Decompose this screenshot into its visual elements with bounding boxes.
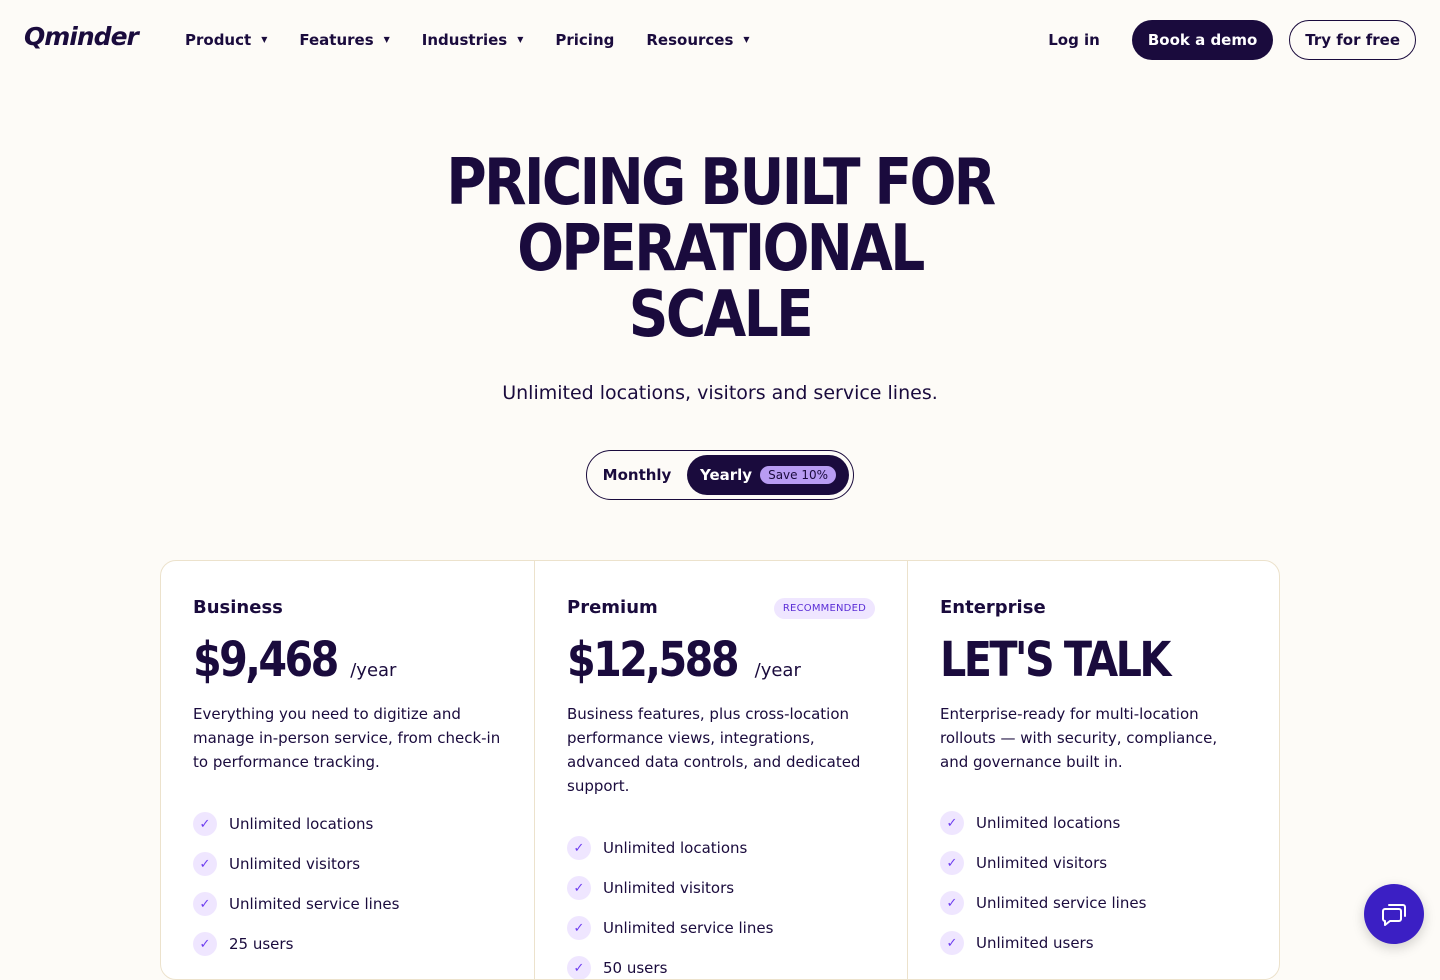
menu-item-features[interactable]: Features ▼ — [299, 31, 389, 49]
check-icon: ✓ — [940, 891, 964, 915]
qminder-logo[interactable]: Qminder — [24, 22, 139, 51]
feature-label: Unlimited visitors — [603, 879, 735, 897]
plan-description: Enterprise-ready for multi-location roll… — [940, 705, 1218, 771]
menu-item-product[interactable]: Product ▼ — [185, 31, 267, 49]
menu-item-pricing[interactable]: Pricing — [555, 31, 614, 49]
feature-label: Unlimited service lines — [603, 919, 774, 937]
menu-item-label: Product — [185, 31, 252, 49]
menu-item-label: Pricing — [555, 31, 615, 49]
login-link[interactable]: Log in — [1048, 31, 1100, 49]
caret-down-icon: ▼ — [517, 35, 524, 44]
pricing-cards: Business $9,468 /year Everything you nee… — [160, 560, 1280, 980]
check-icon: ✓ — [940, 851, 964, 875]
hero-title-line: SCALE — [628, 278, 814, 352]
yearly-option[interactable]: Yearly Save 10% — [687, 455, 849, 495]
price-row: $12,588 /year — [567, 632, 875, 688]
menu-item-label: Industries — [421, 31, 508, 49]
menu-item-label: Resources — [646, 31, 734, 49]
check-icon: ✓ — [940, 931, 964, 955]
yearly-label: Yearly — [699, 466, 753, 484]
feature-label: Unlimited visitors — [229, 855, 361, 873]
book-demo-button[interactable]: Book a demo — [1131, 20, 1274, 60]
hero-title: PRICING BUILT FOR OPERATIONAL SCALE — [101, 150, 1339, 348]
check-icon: ✓ — [567, 916, 591, 940]
main-menu: Product ▼ Features ▼ Industries ▼ Pricin… — [185, 0, 782, 80]
feature-item: ✓ Unlimited users — [940, 923, 1248, 963]
plan-description: Everything you need to digitize and mana… — [193, 705, 501, 771]
menu-item-resources[interactable]: Resources ▼ — [646, 31, 749, 49]
caret-down-icon: ▼ — [743, 35, 750, 44]
plan-price: $9,468 — [193, 632, 339, 688]
feature-label: Unlimited locations — [229, 815, 374, 833]
plan-card-business: Business $9,468 /year Everything you nee… — [161, 561, 534, 979]
feature-label: 50 users — [603, 959, 668, 977]
feature-item: ✓ Unlimited locations — [567, 828, 875, 868]
check-icon: ✓ — [940, 811, 964, 835]
menu-item-industries[interactable]: Industries ▼ — [422, 31, 524, 49]
feature-label: Unlimited service lines — [229, 895, 400, 913]
feature-item: ✓ 25 users — [193, 924, 502, 964]
chat-icon — [1382, 904, 1406, 926]
price-row: $9,468 /year — [193, 632, 502, 688]
plan-card-premium: Premium RECOMMENDED $12,588 /year Busine… — [534, 561, 907, 979]
top-navigation: Qminder Product ▼ Features ▼ Industries … — [0, 0, 1440, 80]
plan-price: LET'S TALK — [940, 632, 1171, 688]
plan-description: Business features, plus cross-location p… — [567, 705, 861, 795]
nav-actions: Log in Book a demo Try for free — [1048, 20, 1416, 60]
check-icon: ✓ — [567, 876, 591, 900]
recommended-badge: RECOMMENDED — [773, 598, 875, 619]
check-icon: ✓ — [193, 932, 217, 956]
feature-label: 25 users — [229, 935, 294, 953]
plan-name: Enterprise — [940, 597, 1046, 618]
feature-label: Unlimited service lines — [976, 894, 1147, 912]
plan-period: /year — [754, 660, 801, 681]
check-icon: ✓ — [567, 836, 591, 860]
chat-launcher-button[interactable] — [1364, 884, 1424, 944]
caret-down-icon: ▼ — [261, 35, 268, 44]
hero-title-line: PRICING BUILT FOR — [446, 146, 996, 220]
feature-item: ✓ Unlimited service lines — [567, 908, 875, 948]
plan-price: $12,588 — [567, 632, 740, 688]
monthly-option[interactable]: Monthly — [587, 466, 687, 484]
feature-item: ✓ 50 users — [567, 948, 875, 979]
feature-item: ✓ Unlimited locations — [193, 804, 502, 844]
plan-name: Business — [193, 597, 283, 618]
feature-label: Unlimited locations — [603, 839, 748, 857]
save-badge: Save 10% — [760, 466, 837, 484]
feature-label: Unlimited visitors — [976, 854, 1108, 872]
hero-subtitle: Unlimited locations, visitors and servic… — [502, 382, 938, 404]
menu-item-label: Features — [299, 31, 374, 49]
feature-list: ✓ Unlimited locations ✓ Unlimited visitors… — [193, 804, 502, 964]
feature-item: ✓ Unlimited visitors — [567, 868, 875, 908]
feature-item: ✓ Unlimited visitors — [940, 843, 1248, 883]
feature-item: ✓ Unlimited visitors — [193, 844, 502, 884]
check-icon: ✓ — [193, 852, 217, 876]
try-free-button[interactable]: Try for free — [1289, 20, 1416, 60]
caret-down-icon: ▼ — [383, 35, 390, 44]
feature-list: ✓ Unlimited locations ✓ Unlimited visitors… — [940, 803, 1248, 963]
hero-title-line: OPERATIONAL — [517, 212, 925, 286]
billing-period-toggle: Monthly Yearly Save 10% — [586, 450, 854, 500]
feature-label: Unlimited locations — [976, 814, 1121, 832]
plan-period: /year — [350, 660, 397, 681]
feature-item: ✓ Unlimited locations — [940, 803, 1248, 843]
feature-item: ✓ Unlimited service lines — [193, 884, 502, 924]
feature-label: Unlimited users — [976, 934, 1094, 952]
feature-list: ✓ Unlimited locations ✓ Unlimited visitors… — [567, 828, 875, 979]
price-row: LET'S TALK — [940, 632, 1248, 688]
check-icon: ✓ — [193, 892, 217, 916]
plan-card-enterprise: Enterprise LET'S TALK Enterprise-ready f… — [907, 561, 1279, 979]
feature-item: ✓ Unlimited service lines — [940, 883, 1248, 923]
check-icon: ✓ — [193, 812, 217, 836]
